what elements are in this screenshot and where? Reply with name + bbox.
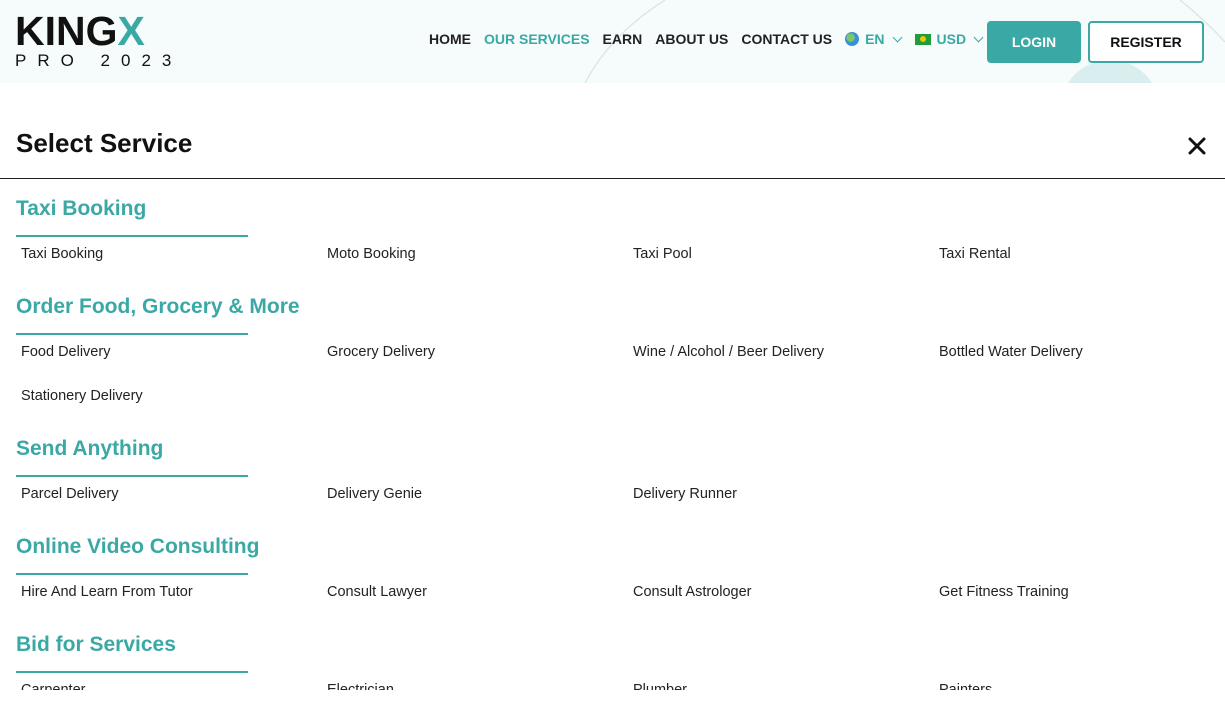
chevron-down-icon — [973, 32, 984, 42]
section-underline — [16, 333, 248, 335]
register-button[interactable]: REGISTER — [1088, 21, 1204, 63]
section-underline — [16, 671, 248, 673]
currency-label: USD — [936, 31, 967, 47]
chevron-down-icon — [892, 32, 902, 42]
modal-title: Select Service — [16, 128, 193, 158]
scroll-clip — [0, 690, 1225, 722]
service-item[interactable]: Moto Booking — [327, 246, 416, 262]
section-underline — [16, 235, 248, 237]
service-item[interactable]: Consult Lawyer — [327, 584, 427, 600]
service-item[interactable]: Stationery Delivery — [21, 388, 143, 404]
section-title: Online Video Consulting — [16, 535, 260, 558]
section-title: Send Anything — [16, 437, 164, 460]
service-item[interactable]: Hire And Learn From Tutor — [21, 584, 193, 600]
service-item[interactable]: Grocery Delivery — [327, 344, 435, 360]
nav-earn[interactable]: EARN — [603, 31, 643, 47]
logo[interactable]: KINGX PRO 2023 — [15, 8, 183, 71]
section-underline — [16, 573, 248, 575]
nav-contact-us[interactable]: CONTACT US — [741, 31, 832, 47]
service-item[interactable]: Get Fitness Training — [939, 584, 1069, 600]
section-title: Bid for Services — [16, 633, 176, 656]
section-underline — [16, 475, 248, 477]
language-dropdown[interactable]: EN — [845, 31, 902, 47]
login-button[interactable]: LOGIN — [987, 21, 1081, 63]
globe-icon — [845, 32, 860, 46]
service-item[interactable]: Food Delivery — [21, 344, 110, 360]
service-item[interactable]: Wine / Alcohol / Beer Delivery — [633, 344, 824, 360]
service-item[interactable]: Taxi Booking — [21, 246, 103, 262]
service-item[interactable]: Parcel Delivery — [21, 486, 119, 502]
select-service-modal: Select Service Taxi Booking Taxi Booking… — [0, 83, 1225, 722]
currency-dropdown[interactable]: USD — [914, 31, 984, 47]
logo-wordmark: KINGX — [15, 8, 145, 54]
service-item[interactable]: Bottled Water Delivery — [939, 344, 1083, 360]
logo-subtitle: PRO 2023 — [15, 51, 183, 70]
service-item[interactable]: Taxi Pool — [633, 246, 692, 262]
section-title: Order Food, Grocery & More — [16, 295, 300, 318]
flag-icon — [914, 33, 931, 45]
language-label: EN — [865, 31, 885, 47]
modal-header: Select Service — [0, 83, 1225, 179]
main-nav: HOME OUR SERVICES EARN ABOUT US CONTACT … — [429, 31, 996, 47]
service-item[interactable]: Delivery Genie — [327, 486, 422, 502]
service-item[interactable]: Consult Astrologer — [633, 584, 751, 600]
nav-about-us[interactable]: ABOUT US — [655, 31, 728, 47]
service-item[interactable]: Taxi Rental — [939, 246, 1011, 262]
section-title: Taxi Booking — [16, 197, 147, 220]
service-item[interactable]: Delivery Runner — [633, 486, 737, 502]
site-header: KINGX PRO 2023 HOME OUR SERVICES EARN AB… — [0, 0, 1225, 83]
close-icon[interactable] — [1186, 135, 1208, 157]
nav-home[interactable]: HOME — [429, 31, 471, 47]
nav-our-services[interactable]: OUR SERVICES — [484, 31, 590, 47]
